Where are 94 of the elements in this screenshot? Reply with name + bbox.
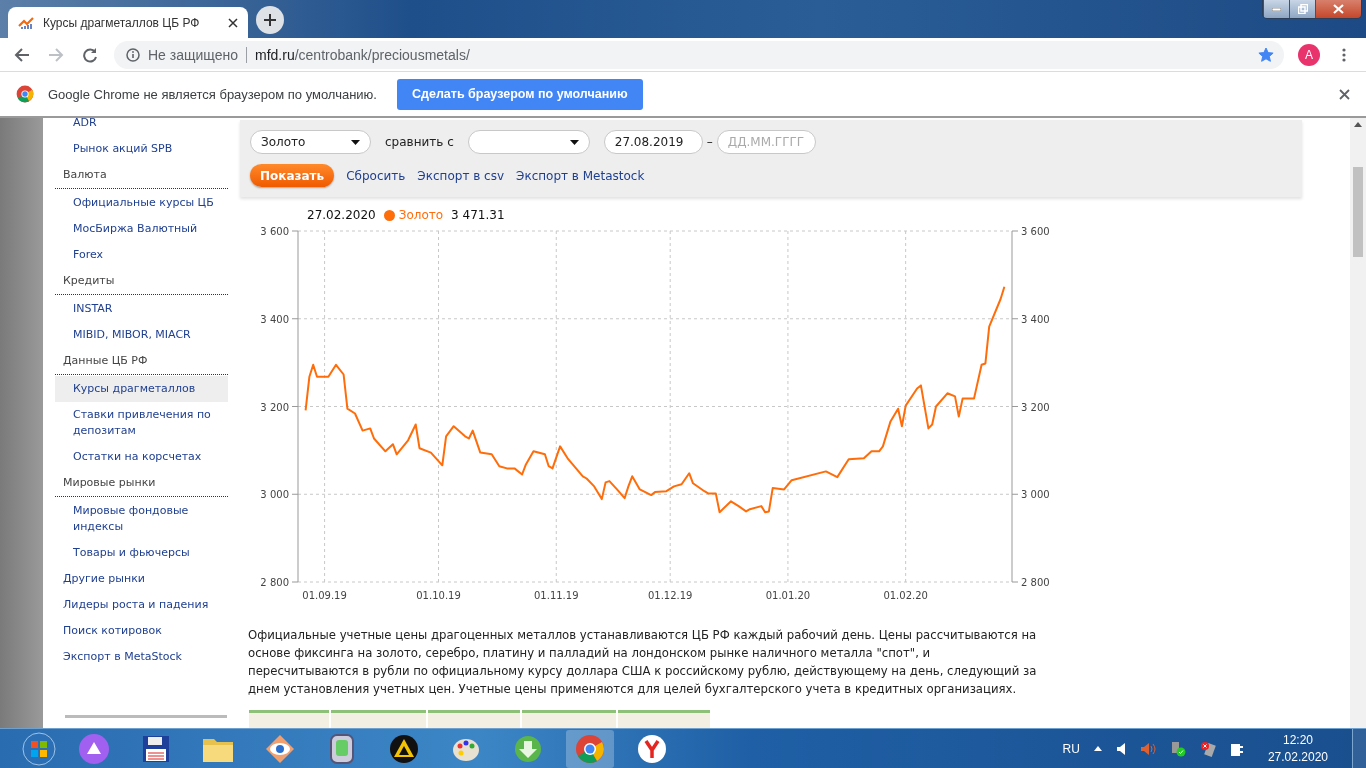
sidebar-link[interactable]: Ставки привлечения по депозитам xyxy=(55,402,228,444)
sidebar-link[interactable]: МосБиржа Валютный xyxy=(55,216,228,242)
date-from-field[interactable]: 27.08.2019 xyxy=(603,130,703,154)
axis-label: 3 600 xyxy=(260,226,289,237)
action-link[interactable]: Экспорт в Metastock xyxy=(516,168,645,183)
axis-label: 3 600 xyxy=(1021,226,1050,237)
profile-avatar[interactable]: A xyxy=(1298,43,1320,66)
error-device-icon[interactable] xyxy=(1199,740,1216,757)
restore-icon xyxy=(1297,4,1308,14)
sidebar-link[interactable]: Экспорт в MetaStock xyxy=(55,644,228,670)
date-to-field[interactable]: ДД.ММ.ГГГГ xyxy=(716,130,816,154)
close-icon xyxy=(1333,4,1344,14)
close-icon[interactable] xyxy=(228,17,238,28)
sidebar-link[interactable]: Лидеры роста и падения xyxy=(55,592,228,618)
scroll-thumb[interactable] xyxy=(1353,167,1363,257)
legend-value: 3 471.31 xyxy=(451,208,505,222)
dropdown-caret-icon xyxy=(569,139,579,145)
sidebar-link[interactable]: ADR xyxy=(55,118,228,136)
caret-up-icon[interactable] xyxy=(1093,746,1102,751)
infobar-message: Google Chrome не является браузером по умолчанию. xyxy=(48,86,377,102)
sidebar-link[interactable]: Остатки на корсчетах xyxy=(55,444,228,470)
date-separator: – xyxy=(706,135,713,149)
scroll-up-icon[interactable] xyxy=(1354,122,1362,127)
browser-icon xyxy=(575,733,605,764)
section-heading: Кредиты xyxy=(55,268,228,295)
restore-button[interactable] xyxy=(1289,0,1315,18)
sidebar-link[interactable]: Официальные курсы ЦБ xyxy=(55,190,228,216)
security-status: Не защищено xyxy=(148,46,247,63)
section-heading: Мировые рынки xyxy=(55,470,228,497)
plus-icon xyxy=(264,14,276,26)
tab-title: Курсы драгметаллов ЦБ РФ xyxy=(43,15,201,30)
axis-label: 2 800 xyxy=(260,577,289,588)
forward-arrow-icon xyxy=(48,46,64,63)
star-icon[interactable] xyxy=(1258,46,1274,63)
description-text: Официальные учетные цены драгоценных металлов устанавливаются ЦБ РФ каждый рабочий день. Цены рассчитываются на основе фиксинга на золото, серебро, платину и палладий на лондонском рынке наличного металла "спот", и пересчитываются в рубли по официальному курсу доллара США к российскому рублю, действующему на день, следующий за днем установления учетных цен. Учетные цены применяются для целей бухгалтерского учета в кредитных организациях. xyxy=(248,627,1038,698)
download-icon xyxy=(513,733,543,764)
scrollbar[interactable] xyxy=(1350,118,1366,728)
browser-tab[interactable]: Курсы драгметаллов ЦБ РФ xyxy=(8,7,248,38)
app-icon xyxy=(329,732,355,765)
browser-logo-icon xyxy=(16,85,34,103)
close-button[interactable] xyxy=(1315,0,1361,18)
sidebar-link[interactable]: Мировые фондовые индексы xyxy=(55,498,228,540)
axis-label: 01.02.20 xyxy=(883,590,928,601)
minimize-button[interactable] xyxy=(1263,0,1289,18)
chart-favicon-icon xyxy=(18,15,34,30)
axis-label: 3 000 xyxy=(1021,489,1050,501)
dropdown-caret-icon xyxy=(351,139,360,145)
sidebar-link[interactable]: Forex xyxy=(55,242,228,268)
axis-label: 01.10.19 xyxy=(416,590,461,601)
sidebar-link[interactable]: Товары и фьючерсы xyxy=(55,540,228,566)
address-bar[interactable]: Не защищено mfd.ru/centrobank/preciousmetals/ xyxy=(114,40,1284,69)
axis-label: 01.11.19 xyxy=(534,590,579,601)
axis-label: 3 200 xyxy=(260,401,289,413)
axis-label: 3 200 xyxy=(1021,401,1050,413)
show-desktop-button[interactable] xyxy=(1352,728,1366,768)
compare-label: сравнить с xyxy=(385,135,454,149)
axis-label: 01.01.20 xyxy=(765,590,811,601)
legend-series: Золото xyxy=(398,208,444,222)
assistant-icon xyxy=(78,732,110,765)
sidebar-link[interactable]: Поиск котировок xyxy=(55,618,228,644)
eye-icon xyxy=(265,733,295,764)
speaker-icon[interactable] xyxy=(1115,741,1126,756)
letter-y-logo-icon xyxy=(637,733,667,764)
action-link[interactable]: Сбросить xyxy=(346,168,406,183)
close-icon[interactable] xyxy=(1339,88,1350,100)
menu-icon xyxy=(1342,47,1346,62)
sidebar-link[interactable]: Курсы драгметаллов xyxy=(55,376,228,402)
new-tab-button[interactable] xyxy=(256,6,284,34)
axis-label: 01.09.19 xyxy=(302,590,347,601)
sidebar-link[interactable]: Другие рынки xyxy=(55,566,228,592)
axis-label: 3 400 xyxy=(1021,313,1050,325)
metal-select[interactable]: Золото xyxy=(250,130,371,154)
sidebar-link[interactable]: MIBID, MIBOR, MIACR xyxy=(55,322,228,348)
clock[interactable]: 12:20 27.02.2020 xyxy=(1257,731,1338,766)
axis-label: 01.12.19 xyxy=(647,590,693,601)
reload-icon xyxy=(82,46,98,63)
sidebar-link[interactable]: Рынок акций SPB xyxy=(55,136,228,162)
network-ok-icon[interactable] xyxy=(1169,740,1186,757)
info-icon xyxy=(126,47,140,62)
back-arrow-icon xyxy=(14,46,30,63)
sidebar-link[interactable]: INSTAR xyxy=(55,296,228,322)
language-indicator[interactable]: RU xyxy=(1062,741,1080,756)
minimize-icon xyxy=(1272,7,1281,11)
set-default-button[interactable]: Сделать браузером по умолчанию xyxy=(396,78,643,110)
section-heading: Валюта xyxy=(55,162,228,189)
section-heading: Данные ЦБ РФ xyxy=(55,348,228,375)
url-text: mfd.ru/centrobank/preciousmetals/ xyxy=(255,46,471,63)
axis-label: 3 400 xyxy=(260,313,289,325)
triangle-logo-icon xyxy=(389,733,419,764)
axis-label: 2 800 xyxy=(1021,577,1050,588)
start-orb-icon xyxy=(22,731,56,766)
axis-label: 3 000 xyxy=(260,489,289,501)
action-link[interactable]: Экспорт в csv xyxy=(417,168,505,183)
legend-date: 27.02.2020 xyxy=(307,208,376,222)
